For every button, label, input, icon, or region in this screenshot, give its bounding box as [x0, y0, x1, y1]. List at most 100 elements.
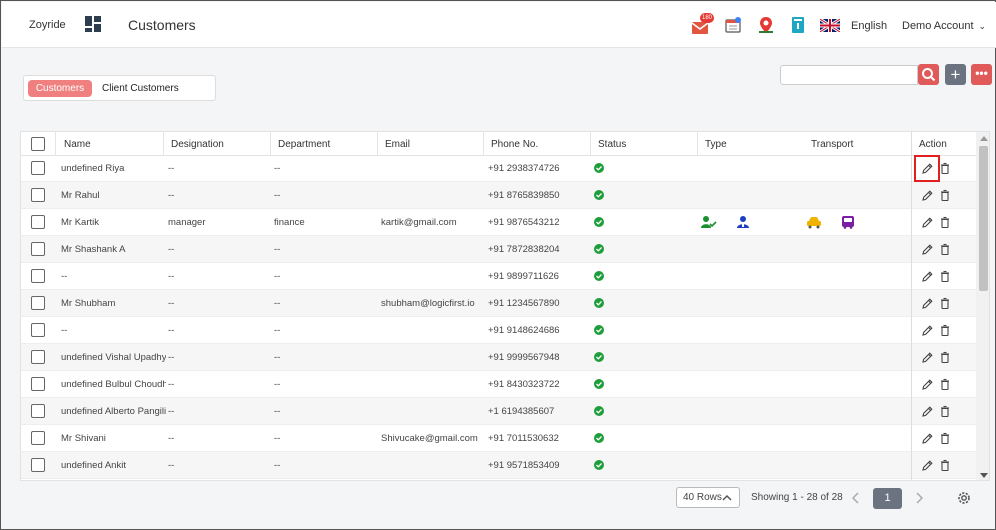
scrollbar-thumb[interactable] — [979, 146, 988, 291]
table-row[interactable]: -- -- -- +91 9148624686 — [21, 317, 976, 344]
edit-icon[interactable] — [921, 324, 933, 337]
row-checkbox[interactable] — [31, 458, 45, 472]
edit-icon[interactable] — [921, 459, 933, 472]
delete-icon[interactable] — [939, 297, 951, 310]
row-checkbox[interactable] — [31, 350, 45, 364]
cell-email: Shivucake@gmail.com — [381, 433, 478, 444]
dashboard-grid-icon[interactable] — [85, 16, 101, 32]
tab-client-customers[interactable]: Client Customers — [102, 83, 179, 94]
cell-designation: -- — [168, 352, 175, 363]
table-row[interactable]: Mr Shivani -- -- Shivucake@gmail.com +91 701… — [21, 425, 976, 452]
edit-icon[interactable] — [921, 216, 933, 229]
user-tie-icon — [737, 216, 749, 228]
status-active-icon — [594, 271, 604, 281]
delete-icon[interactable] — [939, 378, 951, 391]
customers-table: Name Designation Department Email Phone … — [20, 131, 990, 481]
table-row[interactable]: Mr Shubham -- -- shubham@logicfirst.io +91 1… — [21, 290, 976, 317]
delete-icon[interactable] — [939, 270, 951, 283]
book-icon[interactable] — [789, 16, 807, 34]
edit-icon[interactable] — [921, 243, 933, 256]
edit-icon[interactable] — [921, 432, 933, 445]
search-icon — [922, 68, 936, 82]
table-row[interactable]: undefined Bulbul Choudh -- -- +91 843032372… — [21, 371, 976, 398]
uk-flag-icon[interactable] — [820, 19, 840, 32]
table-row[interactable]: undefined Ankit -- -- +91 9571853409 — [21, 452, 976, 479]
cell-phone: +91 8765839850 — [488, 190, 560, 201]
table-row[interactable]: undefined Alberto Pangilir -- -- +1 6194385… — [21, 398, 976, 425]
more-options-button[interactable]: ••• — [971, 64, 992, 85]
app-frame: Zoyride Customers 180 English Demo Accou… — [0, 0, 996, 530]
row-checkbox[interactable] — [31, 188, 45, 202]
scroll-up-icon[interactable] — [980, 136, 988, 141]
status-active-icon — [594, 244, 604, 254]
table-row[interactable]: undefined Riya -- -- +91 2938374726 — [21, 155, 976, 182]
cell-phone: +91 9571853409 — [488, 460, 560, 471]
delete-icon[interactable] — [939, 243, 951, 256]
status-active-icon — [594, 433, 604, 443]
table-row[interactable]: -- -- -- +91 9899711626 — [21, 263, 976, 290]
delete-icon[interactable] — [939, 216, 951, 229]
add-customer-button[interactable]: + — [945, 64, 966, 85]
scroll-down-icon[interactable] — [980, 473, 988, 478]
row-checkbox[interactable] — [31, 296, 45, 310]
column-header-action: Action — [919, 139, 947, 150]
edit-highlight-box — [914, 155, 940, 182]
cell-designation: -- — [168, 325, 175, 336]
previous-page-icon[interactable] — [852, 492, 860, 504]
current-page-button[interactable]: 1 — [873, 488, 902, 509]
row-checkbox[interactable] — [31, 377, 45, 391]
map-pin-icon[interactable] — [757, 16, 775, 34]
tab-customers[interactable]: Customers — [28, 80, 92, 97]
row-checkbox[interactable] — [31, 269, 45, 283]
cell-department: -- — [274, 244, 281, 255]
table-row[interactable]: Mr Kartik manager finance kartik@gmail.com +… — [21, 209, 976, 236]
delete-icon[interactable] — [939, 459, 951, 472]
delete-icon[interactable] — [939, 432, 951, 445]
column-header-name[interactable]: Name — [64, 139, 91, 150]
column-header-transport[interactable]: Transport — [811, 139, 853, 150]
edit-icon[interactable] — [921, 297, 933, 310]
language-selector[interactable]: English — [851, 20, 887, 32]
column-header-email[interactable]: Email — [385, 139, 410, 150]
delete-icon[interactable] — [939, 351, 951, 364]
table-row[interactable]: undefined Vishal Upadhya -- -- +91 99995679… — [21, 344, 976, 371]
cell-name: Mr Shashank A — [61, 244, 126, 255]
account-menu[interactable]: Demo Account ⌄ — [902, 20, 986, 32]
cell-name: Mr Kartik — [61, 217, 99, 228]
edit-icon[interactable] — [921, 351, 933, 364]
schedule-icon[interactable] — [724, 16, 742, 34]
column-header-status[interactable]: Status — [598, 139, 626, 150]
row-checkbox[interactable] — [31, 431, 45, 445]
table-row[interactable]: Mr Rahul -- -- +91 8765839850 — [21, 182, 976, 209]
edit-icon[interactable] — [921, 189, 933, 202]
row-checkbox[interactable] — [31, 404, 45, 418]
edit-icon[interactable] — [921, 405, 933, 418]
delete-icon[interactable] — [939, 189, 951, 202]
row-checkbox[interactable] — [31, 323, 45, 337]
cell-name: Mr Rahul — [61, 190, 100, 201]
delete-icon[interactable] — [939, 405, 951, 418]
delete-icon[interactable] — [939, 324, 951, 337]
next-page-icon[interactable] — [915, 492, 923, 504]
row-checkbox[interactable] — [31, 215, 45, 229]
gear-icon[interactable] — [956, 490, 972, 506]
cell-phone: +91 8430323722 — [488, 379, 560, 390]
search-input[interactable] — [780, 65, 918, 85]
column-header-type[interactable]: Type — [705, 139, 727, 150]
row-checkbox[interactable] — [31, 242, 45, 256]
cell-department: -- — [274, 433, 281, 444]
cell-department: -- — [274, 271, 281, 282]
search-button[interactable] — [918, 64, 939, 85]
column-header-designation[interactable]: Designation — [171, 139, 224, 150]
rows-per-page-select[interactable]: 40 Rows — [676, 487, 740, 508]
delete-icon[interactable] — [939, 162, 951, 175]
vertical-scrollbar[interactable] — [976, 132, 989, 480]
row-checkbox[interactable] — [31, 161, 45, 175]
status-active-icon — [594, 325, 604, 335]
table-row[interactable]: Mr Shashank A -- -- +91 7872838204 — [21, 236, 976, 263]
edit-icon[interactable] — [921, 378, 933, 391]
column-header-phone[interactable]: Phone No. — [491, 139, 538, 150]
column-header-department[interactable]: Department — [278, 139, 330, 150]
select-all-checkbox[interactable] — [31, 137, 45, 151]
edit-icon[interactable] — [921, 270, 933, 283]
